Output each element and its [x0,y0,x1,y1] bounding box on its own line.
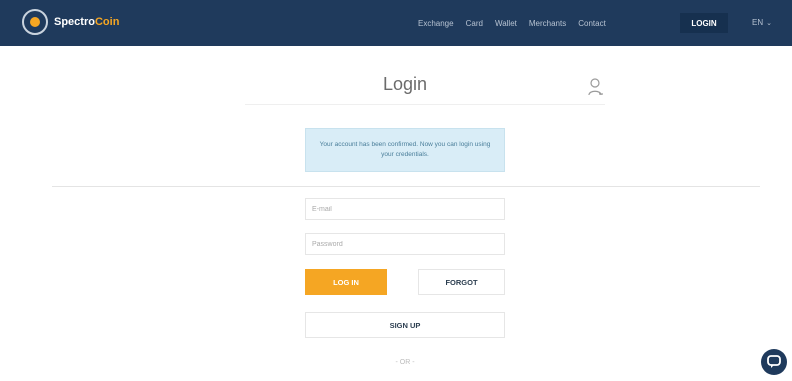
nav-link-wallet[interactable]: Wallet [495,19,517,28]
email-field[interactable] [305,198,505,220]
page-title: Login [382,74,428,94]
login-button[interactable]: LOG IN [305,269,387,295]
logo-icon [22,9,48,35]
chevron-down-icon: ⌄ [766,19,772,27]
nav-link-contact[interactable]: Contact [578,19,606,28]
or-separator: - OR - [395,359,415,366]
section-divider [52,186,760,187]
language-label: EN [752,18,764,27]
user-icon [588,78,603,96]
forgot-password-button[interactable]: FORGOT [418,269,505,295]
logo[interactable]: SpectroCoin [22,9,119,35]
confirmation-alert: Your account has been confirmed. Now you… [305,128,505,172]
signup-button[interactable]: SIGN UP [305,312,505,338]
chat-button[interactable] [761,349,787,375]
title-underline [245,104,605,105]
language-selector[interactable]: EN ⌄ [752,18,772,27]
logo-text-main: Spectro [54,16,95,28]
nav-link-merchants[interactable]: Merchants [529,19,566,28]
logo-text-accent: Coin [94,16,120,28]
top-navbar: SpectroCoin Exchange Card Wallet Merchan… [0,0,792,46]
chat-icon [767,355,781,368]
nav-link-card[interactable]: Card [466,19,483,28]
nav-links: Exchange Card Wallet Merchants Contact [418,0,618,46]
nav-link-exchange[interactable]: Exchange [418,19,454,28]
password-field[interactable] [305,233,505,255]
logo-text: SpectroCoin [54,16,119,28]
nav-login-button[interactable]: LOGIN [680,13,728,33]
